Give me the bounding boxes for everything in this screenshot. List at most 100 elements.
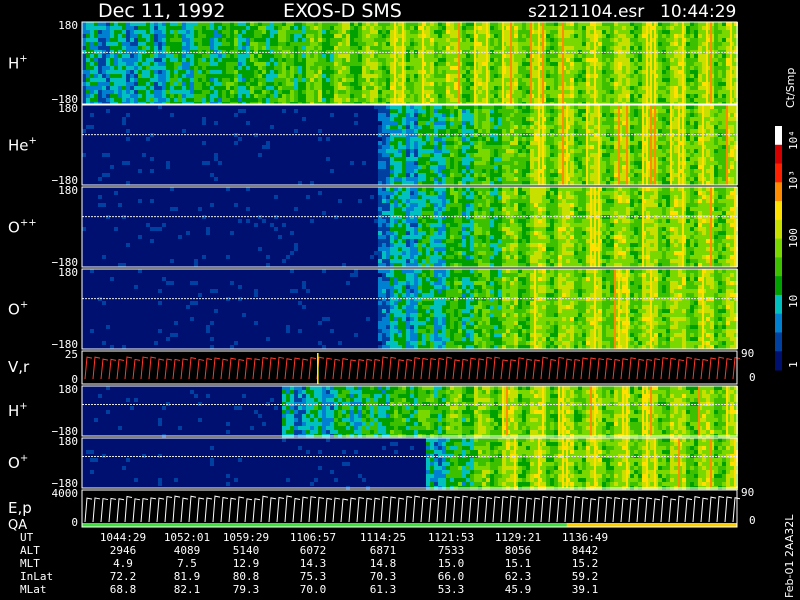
- panel-right-top-label: 90: [741, 347, 754, 360]
- panel-ytop-label: 180: [58, 19, 78, 32]
- panel-ytop-label: 25: [65, 348, 78, 361]
- footer-cell: 66.0: [438, 570, 465, 583]
- footer-table: UT 1044:29 1052:01 1059:29 1106:57 1114:25 112…: [20, 531, 608, 596]
- panel-right-bottom-label: 0: [749, 371, 756, 384]
- footer-cell: 45.9: [505, 583, 532, 596]
- colorbar-tick-label: 100: [787, 228, 800, 248]
- footer-cell: 72.2: [110, 570, 137, 583]
- side-text: Feb-01 2AA32L: [783, 514, 796, 598]
- footer-cell: 7.5: [177, 557, 197, 570]
- footer-cell: 39.1: [572, 583, 599, 596]
- header-file: s2121104.esr: [528, 2, 644, 22]
- footer-cell: 8442: [572, 544, 599, 557]
- footer-cell: 15.2: [572, 557, 599, 570]
- colorbar-segment: [775, 351, 782, 371]
- footer-cell: 2946: [110, 544, 137, 557]
- footer-cell: 6871: [370, 544, 397, 557]
- colorbar-segment: [775, 163, 782, 183]
- panel-ybot-label: 0: [71, 516, 78, 529]
- footer-cell: 14.8: [370, 557, 397, 570]
- panel-label: O++: [8, 218, 37, 237]
- colorbar-tick-label: 10: [787, 295, 800, 308]
- footer-cell: 14.3: [300, 557, 327, 570]
- footer-cell: 59.2: [572, 570, 599, 583]
- footer-cell: 75.3: [300, 570, 327, 583]
- footer-cell: 15.1: [505, 557, 532, 570]
- sms-spectrogram: Dec 11, 1992 EXOS-D SMS s2121104.esr 10:…: [8, 0, 800, 598]
- footer-cell: 80.8: [233, 570, 260, 583]
- footer-row-label: UT: [20, 531, 34, 544]
- footer-cell: 82.1: [174, 583, 201, 596]
- footer-row-label: InLat: [20, 570, 53, 583]
- colorbar-segment: [775, 294, 782, 315]
- footer-cell: 1059:29: [223, 531, 269, 544]
- footer-cell: 15.0: [438, 557, 465, 570]
- footer-cell: 1136:49: [562, 531, 608, 544]
- footer-cell: 68.8: [110, 583, 137, 596]
- footer-cell: 6072: [300, 544, 327, 557]
- panel-4: 180−180O+: [8, 266, 738, 351]
- panel-6: 180−180H+: [8, 383, 738, 438]
- colorbar-segment: [775, 126, 782, 146]
- panel-7: 180−180O+: [8, 435, 738, 490]
- panel-label: O+: [8, 453, 28, 472]
- footer-cell: 1044:29: [100, 531, 146, 544]
- panel-ytop-label: 180: [58, 435, 78, 448]
- footer-row-label: MLT: [20, 557, 40, 570]
- colorbar: Ct/Smp 10⁴ 10³ 100 10 1: [775, 68, 800, 371]
- header-time: 10:44:29: [660, 2, 736, 22]
- colorbar-segment: [775, 332, 782, 352]
- footer-row-label: MLat: [20, 583, 47, 596]
- panel-8: 90040000E,pQA: [8, 486, 756, 533]
- header-instrument: EXOS-D SMS: [283, 0, 402, 22]
- panel-ytop-label: 180: [58, 184, 78, 197]
- panel-right-bottom-label: 0: [749, 514, 756, 527]
- colorbar-segment: [775, 182, 782, 202]
- colorbar-segment: [775, 257, 782, 277]
- footer-cell: 1129:21: [495, 531, 541, 544]
- footer-cell: 5140: [233, 544, 260, 557]
- panel-label: E,p: [8, 499, 32, 517]
- footer-row-label: ALT: [20, 544, 40, 557]
- footer-cell: 1114:25: [360, 531, 406, 544]
- footer-cell: 81.9: [174, 570, 201, 583]
- footer-cell: 53.3: [438, 583, 465, 596]
- colorbar-unit: Ct/Smp: [784, 68, 797, 108]
- panel-ytop-label: 180: [58, 102, 78, 115]
- footer-cell: 79.3: [233, 583, 260, 596]
- panel-label: O+: [8, 300, 28, 319]
- panel-label: He+: [8, 136, 37, 155]
- panel-label: V,r: [8, 358, 30, 376]
- footer-cell: 1121:53: [428, 531, 474, 544]
- footer-cell: 4089: [174, 544, 201, 557]
- panel-label: H+: [8, 401, 28, 420]
- footer-cell: 8056: [505, 544, 532, 557]
- colorbar-tick-label: 10⁴: [787, 130, 800, 150]
- footer-cell: 70.3: [370, 570, 397, 583]
- colorbar-segment: [775, 238, 782, 258]
- footer-cell: 4.9: [113, 557, 133, 570]
- footer-cell: 12.9: [233, 557, 260, 570]
- colorbar-segment: [775, 276, 782, 296]
- colorbar-segment: [775, 201, 782, 221]
- panel-ytop-label: 180: [58, 266, 78, 279]
- footer-cell: 70.0: [300, 583, 327, 596]
- colorbar-segment: [775, 219, 782, 240]
- panel-3: 180−180O++: [8, 184, 738, 269]
- panel-ytop-label: 4000: [52, 487, 79, 500]
- panel-1: 180−180H+: [8, 19, 738, 106]
- footer-cell: 1052:01: [164, 531, 210, 544]
- colorbar-segment: [775, 144, 782, 165]
- colorbar-tick-label: 1: [787, 361, 800, 368]
- footer-cell: 61.3: [370, 583, 397, 596]
- footer-cell: 62.3: [505, 570, 532, 583]
- colorbar-segment: [775, 313, 782, 333]
- colorbar-tick-label: 10³: [787, 170, 800, 190]
- panel-2: 180−180He+: [8, 102, 738, 187]
- panel-ytop-label: 180: [58, 383, 78, 396]
- panel-right-top-label: 90: [741, 486, 754, 499]
- footer-cell: 7533: [438, 544, 465, 557]
- panels: 180−180H+180−180He+180−180O++180−180O+90…: [8, 19, 756, 533]
- header-date: Dec 11, 1992: [98, 0, 225, 22]
- footer-cell: 1106:57: [290, 531, 336, 544]
